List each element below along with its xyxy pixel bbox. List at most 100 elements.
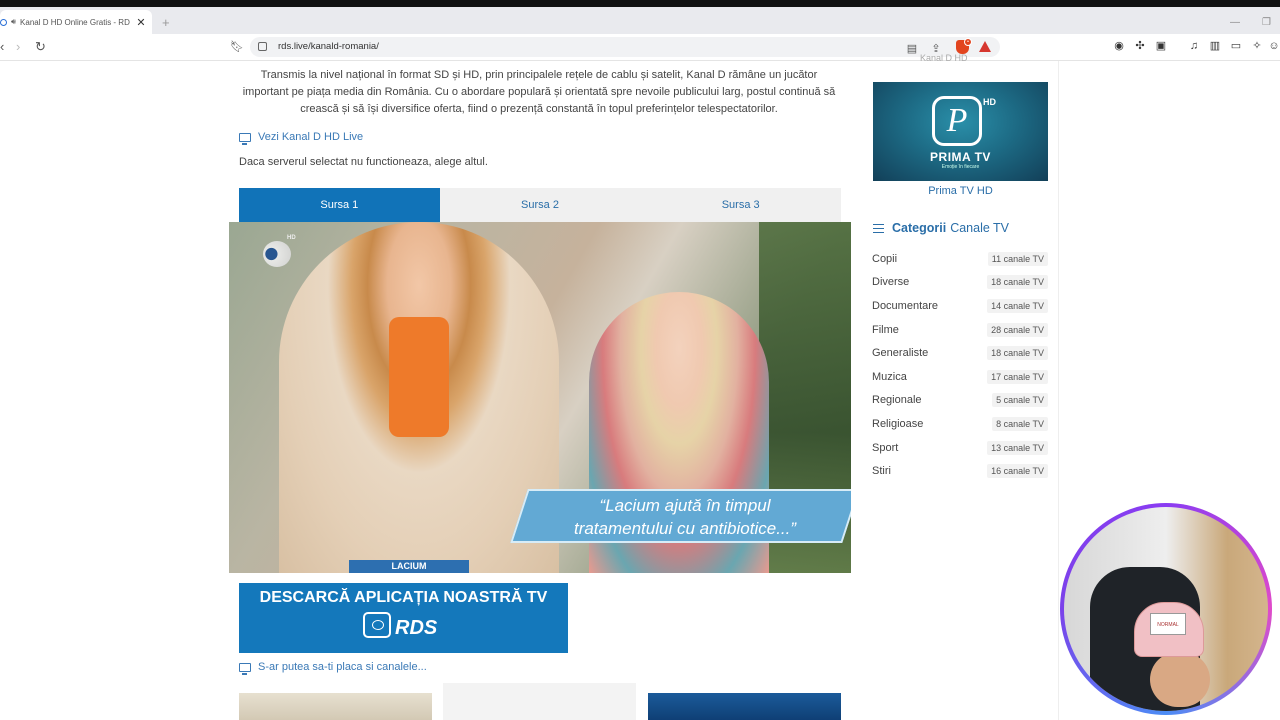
tab-sursa-3[interactable]: Sursa 3 (640, 188, 841, 222)
live-link-label: Vezi Kanal D HD Live (258, 131, 364, 143)
tab-sursa-2[interactable]: Sursa 2 (440, 188, 641, 222)
webcam-feed: NORMAL (1064, 507, 1268, 711)
url-field[interactable]: rds.live/kanald-romania/ ▤ ⇪ (250, 37, 1000, 57)
category-name: Religioase (872, 417, 924, 430)
prima-logo-word: PRIMA TV (930, 150, 991, 164)
favicon-icon (0, 18, 7, 26)
forward-icon[interactable]: › (16, 39, 20, 54)
category-name: Regionale (872, 394, 922, 407)
os-top-bar (0, 0, 1280, 7)
category-item[interactable]: Generaliste 18 canale TV (872, 341, 1048, 365)
caption-line-1: “Lacium ajută în timpul (599, 496, 771, 515)
category-count-badge: 8 canale TV (992, 416, 1048, 431)
tv-icon (363, 612, 391, 638)
webcam-person (1150, 652, 1210, 707)
source-tabs: Sursa 1 Sursa 2 Sursa 3 (239, 188, 841, 222)
category-item[interactable]: Muzica 17 canale TV (872, 365, 1048, 389)
suggested-channels-label: S-ar putea sa-ti placa si canalele... (258, 661, 427, 673)
brave-rewards-icon[interactable] (979, 41, 991, 52)
url-text: rds.live/kanald-romania/ (278, 41, 379, 52)
puzzle-icon[interactable]: ✣ (1134, 40, 1146, 52)
kanal-d-logo-icon (263, 241, 291, 267)
channel-hd-label: HD (287, 235, 296, 241)
tab-strip: 🔊︎ Kanal D HD Online Gratis - RD ✕ + — ❐ (0, 7, 1280, 34)
new-tab-button[interactable]: + (162, 15, 170, 30)
speaker-icon[interactable]: 🔊︎ (11, 17, 16, 27)
shields-badge: • (964, 38, 972, 46)
ai-sparkle-icon[interactable]: ✧ (1251, 40, 1263, 52)
category-name: Sport (872, 441, 899, 454)
category-count-badge: 16 canale TV (987, 464, 1048, 479)
category-item[interactable]: Documentare 14 canale TV (872, 294, 1048, 318)
category-item[interactable]: Filme 28 canale TV (872, 318, 1048, 342)
bookmark-icon[interactable]: 🔖︎ (230, 40, 244, 53)
rds-brand: RDS (395, 617, 438, 639)
extension-icon[interactable]: ◉ (1113, 40, 1125, 52)
categories-heading-rest: Canale TV (950, 221, 1010, 235)
category-name: Filme (872, 323, 899, 336)
video-product-banner: LACIUM (349, 560, 469, 573)
tab-close-icon[interactable]: ✕ (134, 16, 148, 29)
prima-tv-thumbnail[interactable]: P HD PRIMA TV Emoție în fiecare (873, 82, 1048, 181)
category-name: Documentare (872, 299, 939, 312)
prima-logo-tagline: Emoție în fiecare (941, 164, 980, 170)
profile-icon[interactable]: ☺ (1268, 40, 1280, 52)
category-name: Stiri (872, 465, 891, 478)
minimize-icon[interactable]: — (1230, 17, 1240, 28)
page-edge-divider (1058, 61, 1059, 720)
category-count-badge: 18 canale TV (987, 275, 1048, 290)
browser-tab-active[interactable]: 🔊︎ Kanal D HD Online Gratis - RD ✕ (0, 10, 152, 34)
site-info-icon[interactable] (258, 42, 267, 51)
list-icon (873, 223, 884, 233)
prima-hd-label: HD (983, 97, 996, 107)
restore-icon[interactable]: ❐ (1262, 17, 1271, 28)
webcam-cap-patch: NORMAL (1150, 613, 1186, 635)
category-name: Diverse (872, 276, 910, 289)
monitor-icon (239, 662, 251, 675)
wallet-icon[interactable]: ▭ (1230, 40, 1242, 52)
app-banner-headline: DESCARCĂ APLICAȚIA NOASTRĂ TV (259, 589, 548, 606)
main-content: Transmis la nivel național în format SD … (229, 61, 851, 720)
categories-heading: Categorii Canale TV (873, 221, 1009, 235)
category-item[interactable]: Stiri 16 canale TV (872, 459, 1048, 483)
suggested-channels-link[interactable]: S-ar putea sa-ti placa si canalele... (239, 661, 427, 675)
monitor-icon (239, 132, 251, 145)
category-item[interactable]: Regionale 5 canale TV (872, 389, 1048, 413)
category-name: Copii (872, 252, 898, 265)
previous-channel-label[interactable]: Kanal D HD (920, 53, 968, 63)
category-item[interactable]: Copii 11 canale TV (872, 247, 1048, 271)
reader-mode-icon[interactable]: ▤ (906, 43, 918, 55)
category-count-badge: 28 canale TV (987, 322, 1048, 337)
channel-description: Transmis la nivel național în format SD … (242, 69, 836, 115)
category-count-badge: 5 canale TV (992, 393, 1048, 408)
category-item[interactable]: Sport 13 canale TV (872, 436, 1048, 460)
channel-thumbnail[interactable] (648, 693, 841, 720)
tab-sursa-1[interactable]: Sursa 1 (239, 188, 440, 222)
category-count-badge: 14 canale TV (987, 298, 1048, 313)
category-count-badge: 11 canale TV (987, 251, 1048, 266)
category-count-badge: 18 canale TV (987, 346, 1048, 361)
video-player[interactable]: HD “Lacium ajută în timpul tratamentului… (229, 222, 851, 573)
download-app-banner[interactable]: DESCARCĂ APLICAȚIA NOASTRĂ TV RDS (239, 583, 568, 653)
categories-list: Copii 11 canale TV Diverse 18 canale TV Docu… (872, 247, 1048, 483)
category-item[interactable]: Diverse 18 canale TV (872, 271, 1048, 295)
server-note: Daca serverul selectat nu functioneaza, … (239, 156, 488, 168)
caption-line-2: tratamentului cu antibiotice...” (573, 519, 797, 538)
tab-title: Kanal D HD Online Gratis - RD (20, 17, 130, 27)
live-link[interactable]: Vezi Kanal D HD Live (239, 131, 364, 145)
reload-icon[interactable]: ↻ (35, 39, 46, 55)
category-item[interactable]: Religioase 8 canale TV (872, 412, 1048, 436)
channel-thumbnail[interactable] (443, 683, 636, 720)
video-caption: “Lacium ajută în timpul tratamentului cu… (519, 494, 851, 540)
category-count-badge: 13 canale TV (987, 440, 1048, 455)
categories-heading-bold: Categorii (892, 221, 947, 235)
channel-thumbnail[interactable] (239, 693, 432, 720)
sidebar-icon[interactable]: ▥ (1209, 40, 1221, 52)
prima-tv-title[interactable]: Prima TV HD (873, 185, 1048, 197)
screenshot-icon[interactable]: ▣ (1155, 40, 1167, 52)
back-icon[interactable]: ‹ (0, 39, 4, 54)
address-bar-row: ‹ › ↻ 🔖︎ rds.live/kanald-romania/ ▤ ⇪ (0, 34, 1280, 61)
prima-logo-icon: P (932, 96, 982, 146)
music-icon[interactable]: ♫ (1188, 40, 1200, 52)
category-name: Generaliste (872, 347, 929, 360)
